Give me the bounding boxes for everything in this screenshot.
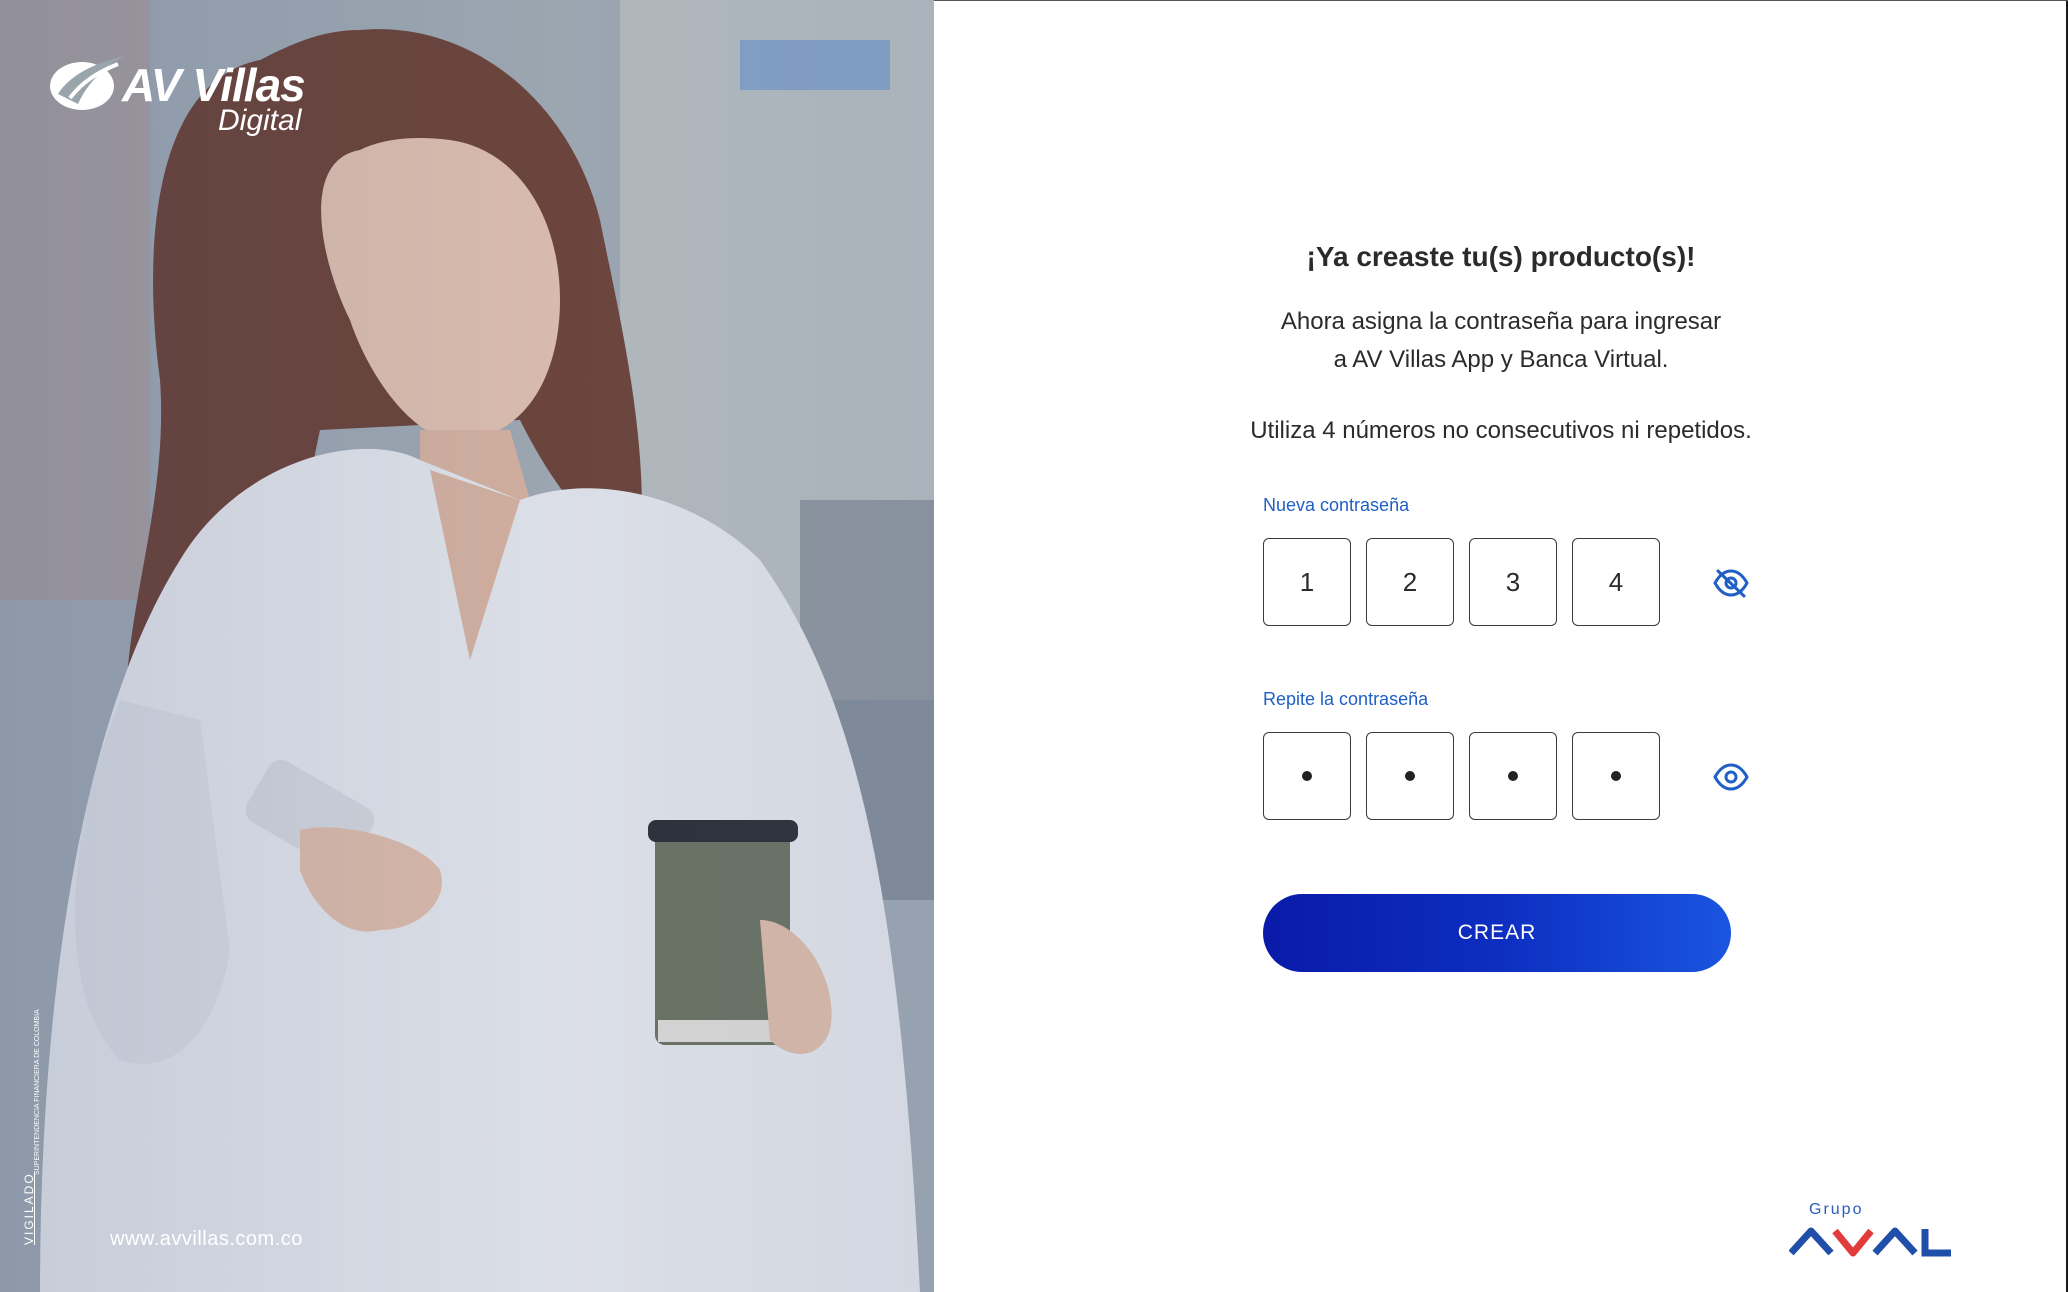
masked-digit-dot [1405, 771, 1415, 781]
masked-digit-dot [1611, 771, 1621, 781]
new-password-digit-4[interactable]: 4 [1572, 538, 1660, 626]
page-subtitle: Ahora asigna la contraseña para ingresar… [934, 303, 2068, 379]
vigilado-label: VIGILADO [22, 1172, 36, 1245]
repeat-password-digit-3[interactable] [1469, 732, 1557, 820]
page-title: ¡Ya creaste tu(s) producto(s)! [1306, 241, 1696, 272]
website-link[interactable]: www.avvillas.com.co [110, 1228, 303, 1251]
repeat-password-label: Repite la contraseña [1263, 689, 1429, 709]
hero-overlay [0, 0, 934, 1292]
toggle-new-password-visibility[interactable] [1711, 565, 1751, 601]
subtitle-line-1: Ahora asigna la contraseña para ingresar [1280, 308, 1722, 335]
password-setup-page: AV Villas Digital VIGILADO SUPERINTENDEN… [0, 0, 2068, 1292]
create-button[interactable]: CREAR [1263, 894, 1731, 972]
av-villas-swoosh-icon [50, 56, 124, 110]
password-hint: Utiliza 4 números no consecutivos ni rep… [1250, 417, 1752, 444]
new-password-digit-2[interactable]: 2 [1366, 538, 1454, 626]
new-password-label: Nueva contraseña [1263, 495, 1410, 515]
new-password-digit-1[interactable]: 1 [1263, 538, 1351, 626]
brand-subtitle: Digital [218, 104, 302, 137]
grupo-aval-logo: Grupo [1789, 1201, 1959, 1261]
aval-logo [1789, 1227, 1951, 1257]
masked-digit-dot [1508, 771, 1518, 781]
vigilado-subtitle: SUPERINTENDENCIA FINANCIERA DE COLOMBIA [34, 1009, 41, 1175]
repeat-password-digit-1[interactable] [1263, 732, 1351, 820]
new-password-digit-3[interactable]: 3 [1469, 538, 1557, 626]
masked-digit-dot [1302, 771, 1312, 781]
hero-panel: AV Villas Digital VIGILADO SUPERINTENDEN… [0, 0, 934, 1292]
repeat-password-field [1263, 732, 1749, 822]
grupo-label: Grupo [1809, 1201, 1864, 1218]
eye-icon [1713, 763, 1749, 791]
subtitle-line-2: a AV Villas App y Banca Virtual. [1333, 346, 1669, 373]
new-password-field: 1 2 3 4 [1263, 538, 1749, 628]
eye-slash-icon [1713, 569, 1749, 598]
vigilado-stamp: VIGILADO SUPERINTENDENCIA FINANCIERA DE … [20, 1009, 41, 1245]
av-villas-logo: AV Villas Digital [48, 54, 328, 144]
toggle-repeat-password-visibility[interactable] [1711, 759, 1751, 795]
repeat-password-digit-2[interactable] [1366, 732, 1454, 820]
repeat-password-digit-4[interactable] [1572, 732, 1660, 820]
form-panel: ¡Ya creaste tu(s) producto(s)! Ahora asi… [934, 0, 2068, 1292]
